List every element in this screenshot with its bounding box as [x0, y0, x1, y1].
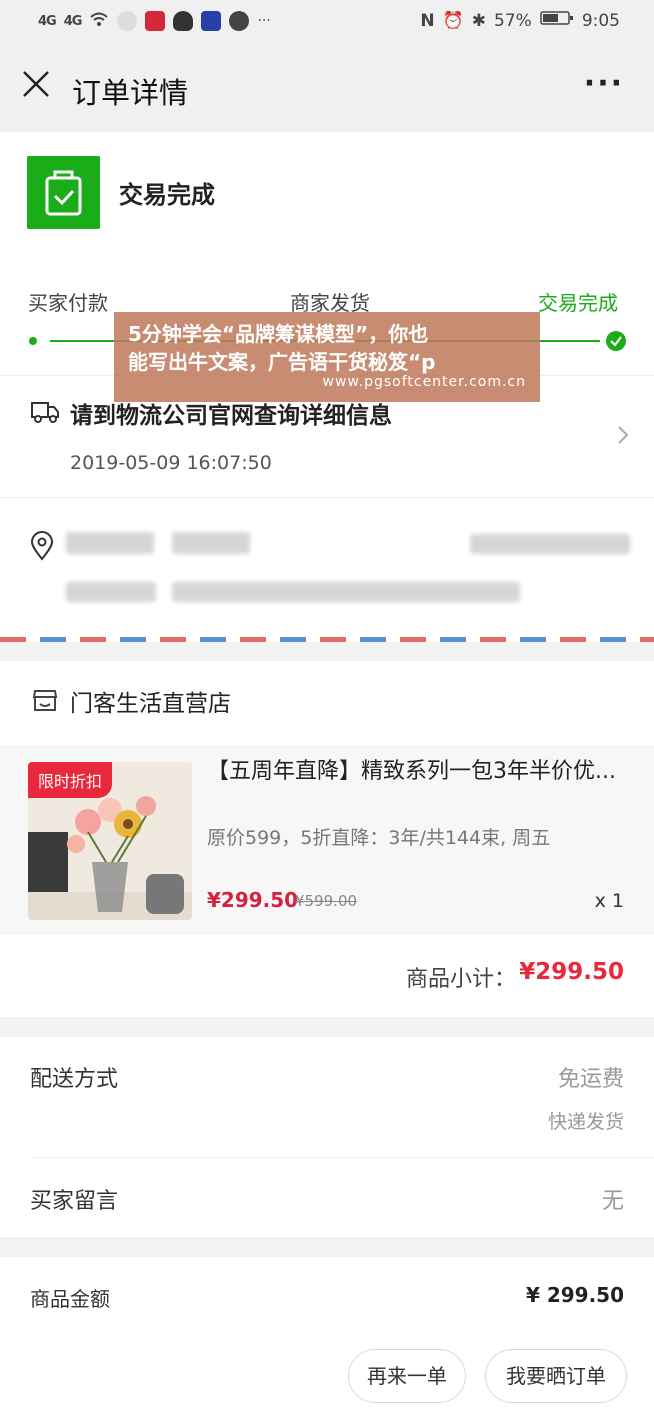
overlay-line-1: 5分钟学会“品牌筹谋模型”，你也	[128, 322, 429, 346]
product-quantity: x 1	[594, 890, 624, 912]
product-original-price: ¥599.00	[295, 892, 358, 910]
blurred-address	[66, 582, 156, 602]
order-status-title: 交易完成	[119, 181, 215, 209]
bottom-action-bar: 再来一单 我要晒订单	[0, 1333, 654, 1417]
shipping-section: 配送方式 免运费 快递发货 买家留言 无	[0, 1037, 654, 1237]
close-icon[interactable]	[20, 68, 52, 100]
goods-amount-value: ¥ 299.50	[525, 1283, 624, 1307]
location-pin-icon	[30, 531, 54, 561]
overlay-line-2: 能写出牛文案，广告语干货秘笈“p	[128, 350, 436, 374]
battery-icon	[540, 10, 574, 31]
nav-bar: 订单详情 ···	[0, 44, 654, 132]
qq-icon	[173, 11, 194, 31]
subtotal-value: ¥299.50	[519, 959, 624, 985]
step-label-paid: 买家付款	[28, 291, 108, 315]
shipping-fee: 免运费	[557, 1067, 624, 1092]
blurred-address-2	[172, 582, 520, 602]
wifi-icon	[89, 11, 109, 31]
product-price: ¥299.50	[207, 888, 299, 912]
buyer-message-value: 无	[601, 1189, 624, 1214]
browser-icon	[229, 11, 250, 31]
blurred-recipient-name-2	[172, 532, 250, 554]
nfc-icon: N	[420, 10, 435, 31]
product-subtitle: 原价599，5折直降：3年/共144束, 周五	[207, 827, 551, 849]
truck-icon	[30, 396, 60, 426]
product-title: 【五周年直降】精致系列一包3年半价优...	[207, 759, 616, 784]
buyer-message-label: 买家留言	[30, 1189, 119, 1214]
address-card[interactable]	[0, 497, 654, 642]
product-item[interactable]: 限时折扣 【五周年直降】精致系列一包3年半价优... 原价599，5折直降：3年…	[0, 745, 654, 935]
more-menu-button[interactable]: ···	[584, 69, 624, 99]
goods-amount-label: 商品金额	[30, 1287, 110, 1311]
bank-app-icon	[201, 11, 222, 31]
subtotal-label: 商品小计：	[405, 967, 516, 992]
signal-icon-2: 4G	[63, 13, 83, 29]
bluetooth-icon: ✱	[471, 10, 487, 31]
store-name: 门客生活直营店	[70, 691, 231, 717]
shipping-method: 快递发货	[547, 1111, 624, 1133]
blurred-recipient-name	[66, 532, 154, 554]
overlay-url: www.pgsoftcenter.com.cn	[322, 374, 526, 390]
step-label-complete: 交易完成	[538, 291, 618, 315]
reorder-button[interactable]: 再来一单	[348, 1349, 466, 1403]
page-title: 订单详情	[72, 76, 189, 110]
chevron-right-icon	[616, 424, 630, 446]
signal-icon: 4G	[38, 13, 57, 29]
stock-app-icon	[145, 11, 166, 31]
discount-badge: 限时折扣	[28, 762, 113, 798]
alarm-icon: ⏰	[442, 10, 464, 31]
store-row[interactable]: 门客生活直营店	[0, 661, 654, 745]
app-notification-icon	[117, 11, 138, 31]
product-image: 限时折扣	[28, 762, 192, 920]
shipping-label: 配送方式	[30, 1067, 119, 1092]
battery-percent: 57%	[494, 10, 532, 31]
clock-time: 9:05	[581, 10, 620, 31]
share-order-button[interactable]: 我要晒订单	[485, 1349, 627, 1403]
shopping-bag-check-icon	[27, 156, 100, 229]
check-circle-icon	[606, 331, 626, 351]
subtotal-row: 商品小计： ¥299.50	[0, 935, 654, 1017]
store-icon	[32, 687, 58, 713]
divider	[30, 1157, 654, 1158]
ad-overlay: 5分钟学会“品牌筹谋模型”，你也 能写出牛文案，广告语干货秘笈“p www.pg…	[114, 312, 540, 402]
logistics-time: 2019-05-09 16:07:50	[70, 452, 272, 474]
status-bar: 4G 4G ··· N ⏰ ✱ 57% 9:05	[0, 0, 654, 44]
progress-start-dot	[29, 337, 37, 345]
more-notifications-icon: ···	[257, 13, 271, 29]
blurred-phone	[470, 534, 630, 554]
envelope-stripe	[0, 637, 654, 642]
